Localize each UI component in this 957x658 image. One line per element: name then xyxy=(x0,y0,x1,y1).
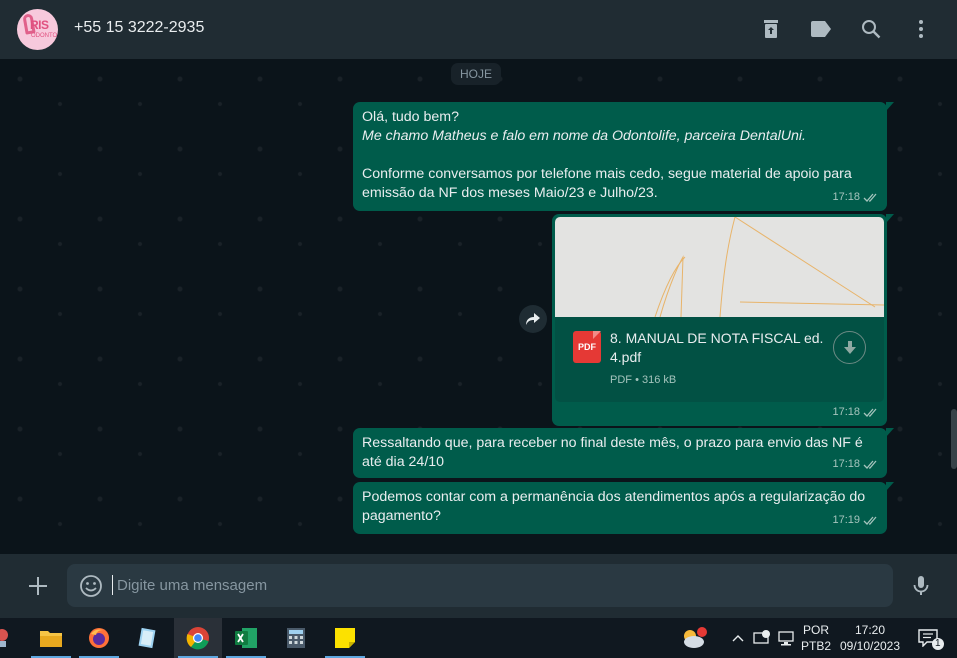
message-time: 17:18 xyxy=(832,191,860,203)
clock-time: 17:20 xyxy=(854,623,886,637)
message-meta: 17:19 xyxy=(832,511,879,530)
search-icon[interactable] xyxy=(859,17,883,41)
language-code: POR xyxy=(802,623,829,637)
avatar-logo-subtext: ODONTO xyxy=(31,33,58,39)
file-card[interactable]: PDF 8. MANUAL DE NOTA FISCAL ed. 4.pdf P… xyxy=(555,317,884,402)
file-meta-separator: • xyxy=(635,374,639,386)
date-chip: HOJE xyxy=(451,63,501,85)
microphone-icon[interactable] xyxy=(909,574,933,598)
chat-scrollbar[interactable] xyxy=(951,409,957,469)
menu-dots-icon[interactable] xyxy=(909,17,933,41)
chat-area[interactable]: HOJE Olá, tudo bem? Me chamo Matheus e f… xyxy=(0,59,957,554)
message-input[interactable]: Digite uma mensagem xyxy=(67,564,893,607)
bubble-tail xyxy=(886,428,894,437)
notification-count-badge: 1 xyxy=(932,638,944,650)
taskbar-notepad[interactable] xyxy=(123,618,171,658)
chrome-icon xyxy=(186,627,209,650)
taskbar-app-partial[interactable] xyxy=(0,618,16,658)
tray-weather[interactable] xyxy=(672,618,716,658)
message-time: 17:18 xyxy=(832,406,860,418)
read-ticks-icon xyxy=(863,516,877,525)
contact-avatar[interactable]: RIS ODONTO xyxy=(17,9,58,50)
message-composer: Digite uma mensagem xyxy=(0,554,957,618)
pdf-file-icon: PDF xyxy=(573,331,601,363)
message-placeholder: Digite uma mensagem xyxy=(117,577,268,594)
message-bubble-deadline[interactable]: Ressaltando que, para receber no final d… xyxy=(353,428,894,478)
bubble-tail xyxy=(886,482,894,491)
download-arrow-icon xyxy=(843,340,856,354)
read-ticks-icon xyxy=(863,193,877,202)
message-line: Conforme conversamos por telefone mais c… xyxy=(362,166,852,182)
keyboard-layout: PTB2 xyxy=(800,639,831,653)
tray-notifications[interactable]: 1 xyxy=(910,618,946,658)
taskbar-excel[interactable] xyxy=(222,618,270,658)
bubble-tail xyxy=(886,214,894,223)
excel-icon xyxy=(235,628,257,648)
message-text: Ressaltando que, para receber no final d… xyxy=(362,435,863,470)
forward-arrow-icon xyxy=(526,313,540,325)
delete-chat-icon[interactable] xyxy=(759,17,783,41)
message-bubble-intro[interactable]: Olá, tudo bem? Me chamo Matheus e falo e… xyxy=(353,102,894,211)
tray-language[interactable]: POR PTB2 xyxy=(798,622,834,654)
calculator-icon xyxy=(287,628,305,648)
folder-icon xyxy=(40,631,62,647)
emoji-icon[interactable] xyxy=(79,574,103,598)
message-meta: 17:18 xyxy=(832,188,879,207)
file-size: 316 kB xyxy=(641,374,677,386)
firefox-icon xyxy=(89,628,109,648)
attach-plus-icon[interactable] xyxy=(26,574,50,598)
chat-header: RIS ODONTO +55 15 3222-2935 xyxy=(0,0,957,59)
avatar-logo-text: RIS xyxy=(30,18,49,32)
forward-button[interactable] xyxy=(519,305,547,333)
bubble-tail xyxy=(886,102,894,111)
partial-app-icon xyxy=(0,629,8,647)
file-type: PDF xyxy=(610,374,632,386)
tray-clock[interactable]: 17:20 09/10/2023 xyxy=(836,622,904,654)
message-line: emissão da NF dos meses Maio/23 e Julho/… xyxy=(362,185,658,201)
taskbar-file-explorer[interactable] xyxy=(27,618,75,658)
notepad-icon xyxy=(138,627,156,649)
message-line: Olá, tudo bem? xyxy=(362,109,460,125)
read-ticks-icon xyxy=(863,460,877,469)
windows-taskbar: POR PTB2 17:20 09/10/2023 1 xyxy=(0,618,957,658)
message-time: 17:19 xyxy=(832,514,860,526)
sticky-notes-icon xyxy=(335,628,355,648)
clock-date: 09/10/2023 xyxy=(839,639,901,653)
file-name[interactable]: 8. MANUAL DE NOTA FISCAL ed. 4.pdf xyxy=(610,329,830,367)
text-caret xyxy=(112,575,113,595)
taskbar-chrome[interactable] xyxy=(174,618,222,658)
read-ticks-icon xyxy=(863,408,877,417)
tray-network-icon[interactable] xyxy=(774,618,798,658)
message-text: Podemos contar com a permanência dos ate… xyxy=(362,489,866,524)
pdf-preview-thumbnail[interactable] xyxy=(555,217,884,317)
message-line: Me chamo Matheus e falo em nome da Odont… xyxy=(362,128,806,144)
message-meta: 17:18 xyxy=(832,455,879,474)
tray-chevron-up-icon[interactable] xyxy=(726,618,750,658)
download-button[interactable] xyxy=(833,331,866,364)
message-time: 17:18 xyxy=(832,458,860,470)
file-meta: PDF • 316 kB xyxy=(610,371,676,390)
message-bubble-file[interactable]: PDF 8. MANUAL DE NOTA FISCAL ed. 4.pdf P… xyxy=(552,214,894,426)
weather-icon xyxy=(684,627,707,648)
taskbar-sticky-notes[interactable] xyxy=(321,618,369,658)
message-bubble-question[interactable]: Podemos contar com a permanência dos ate… xyxy=(353,482,894,534)
message-meta: 17:18 xyxy=(832,403,879,422)
pdf-preview-lines xyxy=(654,217,884,317)
contact-name[interactable]: +55 15 3222-2935 xyxy=(74,19,204,37)
taskbar-firefox[interactable] xyxy=(75,618,123,658)
label-tag-icon[interactable] xyxy=(809,17,833,41)
tray-security-icon[interactable] xyxy=(750,618,774,658)
taskbar-calculator[interactable] xyxy=(272,618,320,658)
